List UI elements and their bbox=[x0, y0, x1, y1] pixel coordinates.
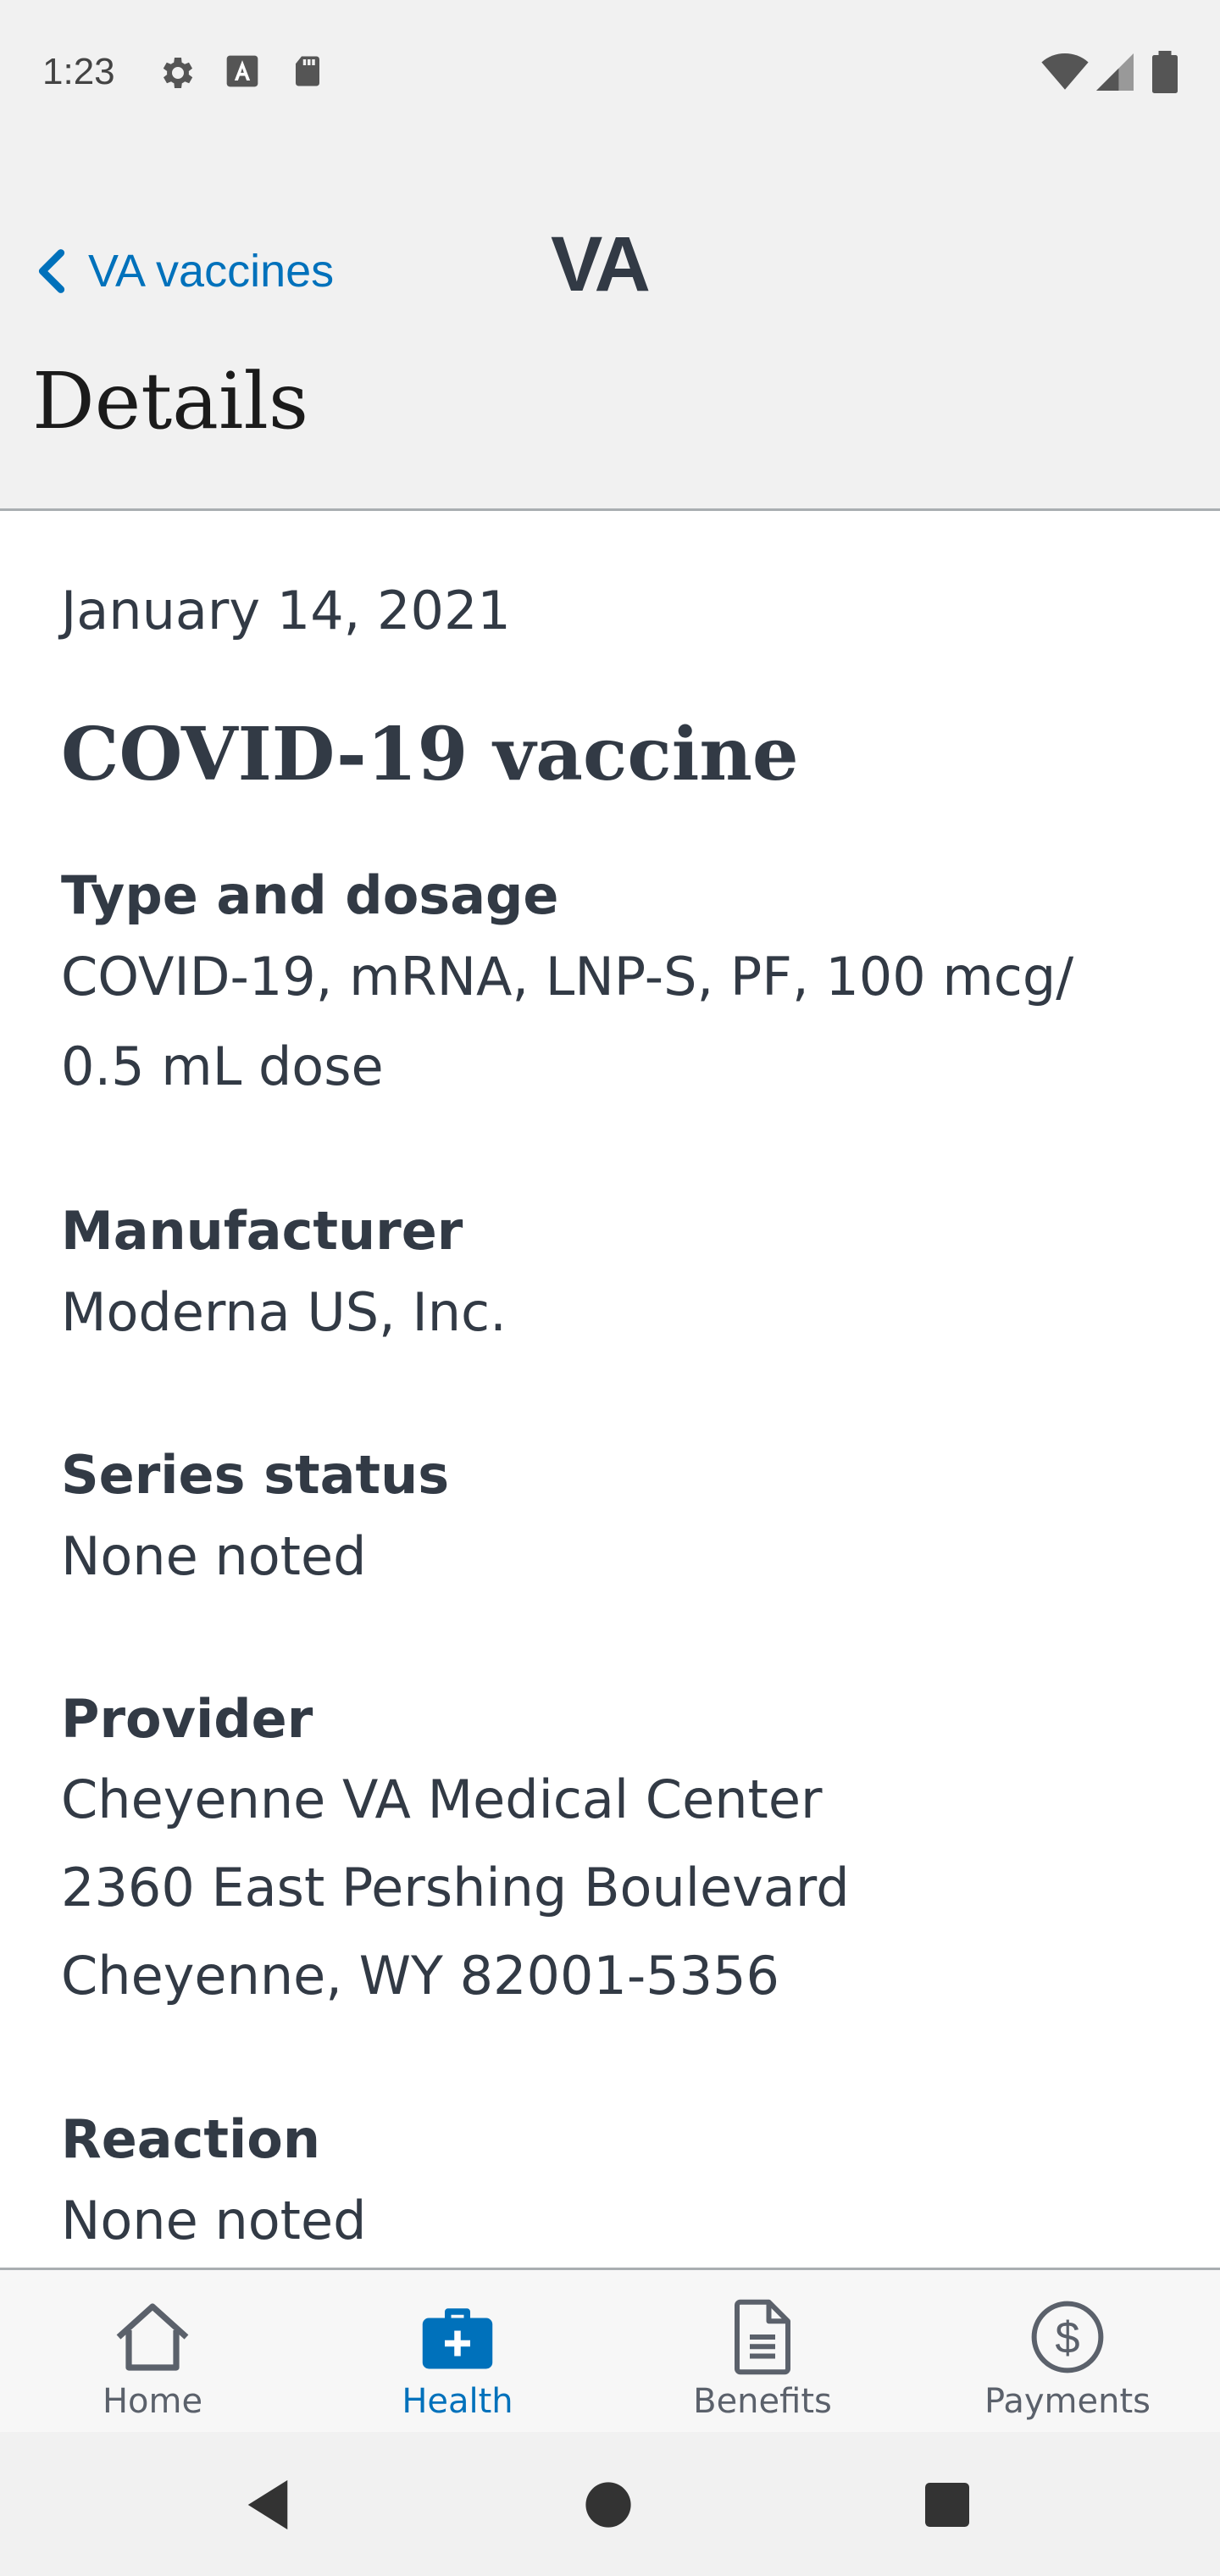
document-icon bbox=[735, 2299, 790, 2375]
reaction-section: Reaction None noted bbox=[61, 2113, 1179, 2266]
nav-health-label: Health bbox=[402, 2382, 513, 2421]
app-header: VA vaccines VA Details bbox=[0, 146, 1220, 511]
vaccine-name: COVID-19 vaccine bbox=[61, 712, 799, 797]
sd-card-icon bbox=[290, 53, 325, 93]
nav-benefits[interactable]: Benefits bbox=[610, 2270, 915, 2434]
bottom-nav: Home Health Benefits $ Payments bbox=[0, 2268, 1220, 2434]
status-bar: 1:23 bbox=[0, 0, 1220, 146]
type-dosage-value: COVID-19, mRNA, LNP-S, PF, 100 mcg/ 0.5 … bbox=[61, 946, 1074, 1097]
nav-home-label: Home bbox=[102, 2382, 203, 2421]
provider-name: Cheyenne VA Medical Center bbox=[61, 1768, 823, 1830]
page-title: Details bbox=[32, 356, 309, 447]
medical-kit-icon bbox=[422, 2308, 493, 2369]
battery-icon bbox=[1152, 51, 1178, 97]
reaction-label: Reaction bbox=[61, 2108, 321, 2170]
triangle-back-icon bbox=[247, 2479, 288, 2530]
system-recents-button[interactable] bbox=[925, 2483, 969, 2530]
cell-signal-icon bbox=[1096, 53, 1134, 95]
manufacturer-section: Manufacturer Moderna US, Inc. bbox=[61, 1205, 1179, 1357]
system-back-button[interactable] bbox=[242, 2478, 293, 2535]
nav-payments-label: Payments bbox=[984, 2382, 1151, 2421]
svg-text:$: $ bbox=[1055, 2313, 1079, 2363]
type-dosage-label: Type and dosage bbox=[61, 864, 559, 926]
dollar-circle-icon: $ bbox=[1031, 2301, 1104, 2373]
type-dosage-section: Type and dosage COVID-19, mRNA, LNP-S, P… bbox=[61, 869, 1179, 1112]
provider-street: 2360 East Pershing Boulevard bbox=[61, 1857, 850, 1918]
series-status-value: None noted bbox=[61, 1525, 367, 1587]
vaccine-date: January 14, 2021 bbox=[61, 580, 511, 641]
home-icon bbox=[116, 2303, 189, 2371]
system-nav-bar bbox=[0, 2432, 1220, 2576]
provider-section: Provider Cheyenne VA Medical Center 2360… bbox=[61, 1693, 1179, 2020]
provider-city: Cheyenne, WY 82001-5356 bbox=[61, 1945, 779, 2007]
nav-home[interactable]: Home bbox=[0, 2270, 305, 2434]
status-time: 1:23 bbox=[42, 51, 115, 92]
provider-label: Provider bbox=[61, 1688, 313, 1750]
back-label: VA vaccines bbox=[88, 246, 335, 297]
va-logo: VA bbox=[551, 221, 651, 308]
series-status-label: Series status bbox=[61, 1444, 450, 1506]
series-status-section: Series status None noted bbox=[61, 1449, 1179, 1602]
chevron-left-icon bbox=[38, 249, 65, 293]
settings-icon bbox=[156, 53, 197, 97]
square-recents-icon bbox=[925, 2483, 969, 2527]
text-a-icon bbox=[224, 53, 261, 93]
nav-benefits-label: Benefits bbox=[693, 2382, 832, 2421]
wifi-icon bbox=[1040, 53, 1090, 95]
vaccine-details: January 14, 2021 COVID-19 vaccine Type a… bbox=[61, 569, 1179, 2266]
circle-home-icon bbox=[585, 2482, 631, 2528]
back-button[interactable]: VA vaccines bbox=[37, 237, 334, 305]
nav-payments[interactable]: $ Payments bbox=[915, 2270, 1220, 2434]
nav-health[interactable]: Health bbox=[305, 2270, 610, 2434]
manufacturer-label: Manufacturer bbox=[61, 1200, 463, 1262]
system-home-button[interactable] bbox=[585, 2481, 632, 2532]
reaction-value: None noted bbox=[61, 2190, 367, 2251]
manufacturer-value: Moderna US, Inc. bbox=[61, 1281, 507, 1343]
